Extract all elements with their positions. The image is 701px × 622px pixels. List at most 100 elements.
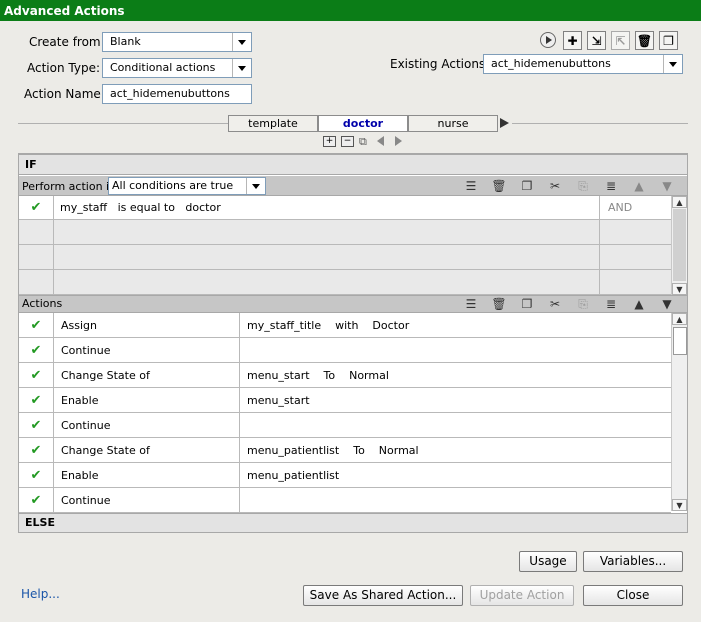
check-icon[interactable]: ✔: [19, 463, 54, 487]
table-row[interactable]: [19, 245, 671, 270]
cut-icon[interactable]: ✂: [546, 178, 564, 194]
table-row[interactable]: [19, 220, 671, 245]
logic-operator[interactable]: [600, 220, 671, 244]
table-row[interactable]: ✔ my_staff is equal to doctor AND: [19, 196, 671, 220]
tab-template[interactable]: template: [228, 115, 318, 132]
scroll-down-icon[interactable]: ▼: [672, 283, 687, 295]
action-name-field[interactable]: act_hidemenubuttons: [102, 84, 252, 104]
add-icon[interactable]: ✚: [563, 31, 582, 50]
copy-row-icon[interactable]: ❐: [518, 296, 536, 312]
variables-button[interactable]: Variables...: [583, 551, 683, 572]
previous-icon[interactable]: [377, 136, 384, 146]
condition-scrollbar[interactable]: ▲ ▼: [671, 196, 687, 295]
duplicate-decision-icon[interactable]: ⧉: [359, 135, 367, 149]
action-type[interactable]: Enable: [54, 388, 240, 412]
action-type[interactable]: Continue: [54, 338, 240, 362]
check-icon[interactable]: ✔: [19, 388, 54, 412]
actions-scrollbar[interactable]: ▲ ▼: [671, 313, 687, 511]
check-icon[interactable]: ✔: [19, 338, 54, 362]
scroll-thumb[interactable]: [673, 327, 687, 355]
condition-expression[interactable]: [54, 270, 600, 294]
table-row[interactable]: [19, 270, 671, 295]
play-icon[interactable]: [540, 32, 556, 48]
scroll-down-icon[interactable]: ▼: [672, 499, 687, 511]
check-icon[interactable]: ✔: [19, 413, 54, 437]
add-decision-icon[interactable]: +: [323, 136, 336, 147]
action-type[interactable]: Change State of: [54, 363, 240, 387]
condition-expression[interactable]: my_staff is equal to doctor: [54, 196, 600, 219]
check-cell[interactable]: [19, 270, 54, 294]
action-type[interactable]: Change State of: [54, 438, 240, 462]
scroll-up-icon[interactable]: ▲: [672, 196, 687, 208]
action-type-select[interactable]: Conditional actions: [102, 58, 252, 78]
logic-operator[interactable]: [600, 245, 671, 269]
logic-operator[interactable]: [600, 270, 671, 294]
add-row-icon[interactable]: ☰: [462, 296, 480, 312]
add-row-icon[interactable]: ☰: [462, 178, 480, 194]
condition-mode-select[interactable]: All conditions are true: [108, 177, 266, 195]
tab-doctor[interactable]: doctor: [318, 115, 408, 132]
remove-decision-icon[interactable]: −: [341, 136, 354, 147]
table-row[interactable]: ✔ Assign my_staff_title with Doctor: [19, 313, 671, 338]
check-icon[interactable]: ✔: [19, 438, 54, 462]
action-type[interactable]: Enable: [54, 463, 240, 487]
else-section-header[interactable]: ELSE: [18, 513, 688, 533]
action-target[interactable]: [240, 338, 671, 362]
delete-row-icon[interactable]: 🗑: [490, 296, 508, 312]
scroll-up-icon[interactable]: ▲: [672, 313, 687, 325]
chevron-down-icon[interactable]: [663, 55, 682, 73]
logic-operator[interactable]: AND: [600, 196, 671, 219]
condition-expression[interactable]: [54, 220, 600, 244]
action-target[interactable]: menu_patientlist To Normal: [240, 438, 671, 462]
table-row[interactable]: ✔ Enable menu_patientlist: [19, 463, 671, 488]
scroll-thumb[interactable]: [673, 209, 686, 281]
table-row[interactable]: ✔ Continue: [19, 488, 671, 513]
save-shared-action-button[interactable]: Save As Shared Action...: [303, 585, 463, 606]
check-cell[interactable]: [19, 245, 54, 269]
check-icon[interactable]: ✔: [19, 313, 54, 337]
check-icon[interactable]: ✔: [19, 196, 54, 219]
close-button[interactable]: Close: [583, 585, 683, 606]
move-down-icon[interactable]: ▼: [658, 178, 676, 194]
table-row[interactable]: ✔ Change State of menu_patientlist To No…: [19, 438, 671, 463]
copy-row-icon[interactable]: ❐: [518, 178, 536, 194]
if-section-header: IF: [18, 154, 688, 175]
cut-icon[interactable]: ✂: [546, 296, 564, 312]
table-row[interactable]: ✔ Continue: [19, 413, 671, 438]
scroll-right-icon[interactable]: [500, 118, 509, 128]
import-icon[interactable]: ⇲: [587, 31, 606, 50]
condition-expression[interactable]: [54, 245, 600, 269]
table-row[interactable]: ✔ Enable menu_start: [19, 388, 671, 413]
action-target[interactable]: menu_start To Normal: [240, 363, 671, 387]
action-target[interactable]: my_staff_title with Doctor: [240, 313, 671, 337]
delete-icon[interactable]: 🗑: [635, 31, 654, 50]
move-up-icon[interactable]: ▲: [630, 178, 648, 194]
action-target[interactable]: [240, 413, 671, 437]
usage-button[interactable]: Usage: [519, 551, 577, 572]
action-type[interactable]: Assign: [54, 313, 240, 337]
check-cell[interactable]: [19, 220, 54, 244]
tab-nurse[interactable]: nurse: [408, 115, 498, 132]
insert-row-icon[interactable]: ≣: [602, 296, 620, 312]
chevron-down-icon[interactable]: [246, 178, 265, 194]
check-icon[interactable]: ✔: [19, 488, 54, 512]
table-row[interactable]: ✔ Continue: [19, 338, 671, 363]
check-icon[interactable]: ✔: [19, 363, 54, 387]
action-target[interactable]: menu_patientlist: [240, 463, 671, 487]
move-up-icon[interactable]: ▲: [630, 296, 648, 312]
help-link[interactable]: Help...: [21, 587, 60, 601]
action-target[interactable]: [240, 488, 671, 512]
action-type[interactable]: Continue: [54, 413, 240, 437]
chevron-down-icon[interactable]: [232, 33, 251, 51]
chevron-down-icon[interactable]: [232, 59, 251, 77]
action-type[interactable]: Continue: [54, 488, 240, 512]
next-icon[interactable]: [395, 136, 402, 146]
action-target[interactable]: menu_start: [240, 388, 671, 412]
delete-row-icon[interactable]: 🗑: [490, 178, 508, 194]
table-row[interactable]: ✔ Change State of menu_start To Normal: [19, 363, 671, 388]
duplicate-icon[interactable]: ❐: [659, 31, 678, 50]
insert-row-icon[interactable]: ≣: [602, 178, 620, 194]
create-from-select[interactable]: Blank: [102, 32, 252, 52]
existing-actions-select[interactable]: act_hidemenubuttons: [483, 54, 683, 74]
move-down-icon[interactable]: ▼: [658, 296, 676, 312]
